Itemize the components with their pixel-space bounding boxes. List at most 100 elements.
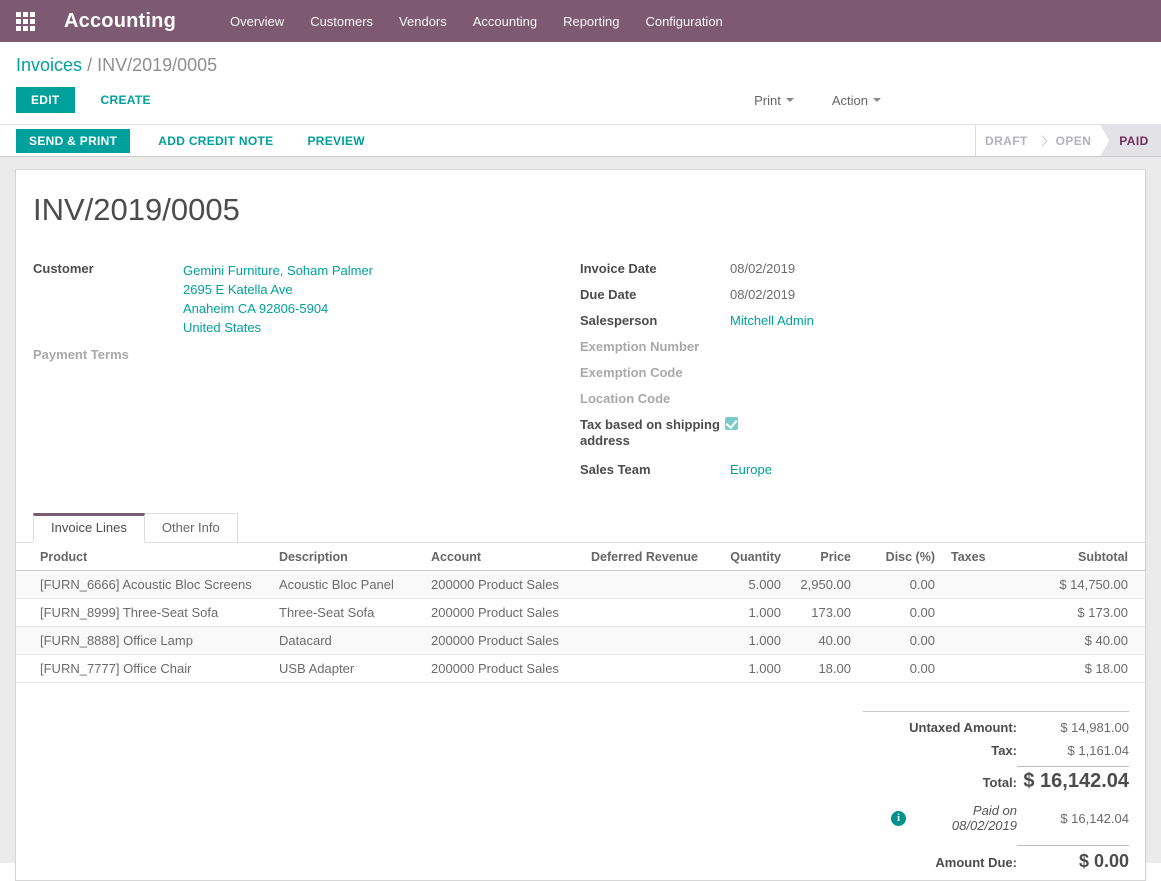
cell-price: 40.00 [789, 627, 859, 655]
cell-account: 200000 Product Sales [423, 655, 583, 683]
cell-subtotal: $ 18.00 [1005, 655, 1145, 683]
cell-taxes [943, 599, 1005, 627]
apps-menu-icon[interactable] [16, 12, 35, 31]
preview-button[interactable]: PREVIEW [301, 133, 370, 149]
control-panel: Invoices / INV/2019/0005 EDIT CREATE Pri… [0, 42, 1161, 124]
status-pipeline: DRAFT OPEN PAID [975, 125, 1161, 156]
col-account: Account [423, 543, 583, 571]
chevron-down-icon [873, 98, 881, 102]
customer-name-link[interactable]: Gemini Furniture, Soham Palmer [183, 261, 373, 280]
status-open[interactable]: OPEN [1047, 125, 1101, 156]
top-nav: Accounting Overview Customers Vendors Ac… [0, 0, 1161, 42]
cell-disc: 0.00 [859, 655, 943, 683]
cell-deferred [583, 571, 701, 599]
edit-button[interactable]: EDIT [16, 87, 75, 113]
customer-street-link[interactable]: 2695 E Katella Ave [183, 280, 373, 299]
cell-account: 200000 Product Sales [423, 627, 583, 655]
status-paid[interactable]: PAID [1100, 125, 1161, 156]
create-button[interactable]: CREATE [95, 92, 157, 108]
untaxed-amount-value: $ 14,981.00 [1017, 720, 1129, 735]
invoice-line-row[interactable]: [FURN_6666] Acoustic Bloc Screens Acoust… [16, 571, 1145, 599]
col-disc: Disc (%) [859, 543, 943, 571]
breadcrumb-invoices-link[interactable]: Invoices [16, 55, 82, 75]
due-date-value: 08/02/2019 [730, 286, 795, 303]
nav-item-accounting[interactable]: Accounting [473, 14, 537, 29]
invoice-sheet: INV/2019/0005 Customer Gemini Furniture,… [15, 169, 1146, 881]
invoice-number-title: INV/2019/0005 [33, 192, 1129, 228]
cell-product: [FURN_6666] Acoustic Bloc Screens [16, 571, 271, 599]
cell-price: 2,950.00 [789, 571, 859, 599]
salesperson-value-link[interactable]: Mitchell Admin [730, 312, 814, 329]
invoice-line-row[interactable]: [FURN_8999] Three-Seat Sofa Three-Seat S… [16, 599, 1145, 627]
cell-account: 200000 Product Sales [423, 571, 583, 599]
cell-deferred [583, 627, 701, 655]
tax-shipping-address-checkbox[interactable] [725, 417, 738, 430]
customer-country-link[interactable]: United States [183, 318, 373, 337]
total-label: Total: [863, 775, 1017, 790]
salesperson-label: Salesperson [580, 312, 730, 329]
tax-value: $ 1,161.04 [1017, 743, 1129, 758]
col-subtotal: Subtotal [1005, 543, 1145, 571]
nav-item-vendors[interactable]: Vendors [399, 14, 447, 29]
breadcrumb: Invoices / INV/2019/0005 [16, 54, 1145, 76]
notebook-tabs: Invoice Lines Other Info [16, 513, 1145, 543]
print-dropdown[interactable]: Print [748, 92, 800, 109]
col-description: Description [271, 543, 423, 571]
tab-invoice-lines[interactable]: Invoice Lines [33, 513, 145, 543]
customer-label: Customer [33, 260, 183, 337]
invoice-date-label: Invoice Date [580, 260, 730, 277]
cell-taxes [943, 571, 1005, 599]
action-dropdown-label: Action [832, 93, 868, 108]
invoice-line-row[interactable]: [FURN_8888] Office Lamp Datacard 200000 … [16, 627, 1145, 655]
app-title[interactable]: Accounting [64, 10, 176, 33]
cell-subtotal: $ 40.00 [1005, 627, 1145, 655]
exemption-number-label: Exemption Number [580, 338, 730, 355]
customer-city-link[interactable]: Anaheim CA 92806-5904 [183, 299, 373, 318]
customer-address: Gemini Furniture, Soham Palmer 2695 E Ka… [183, 260, 373, 337]
amount-due-value: $ 0.00 [1017, 845, 1129, 872]
status-draft[interactable]: DRAFT [976, 125, 1037, 156]
cell-description: Acoustic Bloc Panel [271, 571, 423, 599]
col-quantity: Quantity [701, 543, 789, 571]
cell-product: [FURN_8999] Three-Seat Sofa [16, 599, 271, 627]
due-date-label: Due Date [580, 286, 730, 303]
invoice-date-value: 08/02/2019 [730, 260, 795, 277]
col-deferred-revenue: Deferred Revenue [583, 543, 701, 571]
exemption-code-label: Exemption Code [580, 364, 730, 381]
cell-disc: 0.00 [859, 571, 943, 599]
nav-item-reporting[interactable]: Reporting [563, 14, 619, 29]
cell-deferred [583, 655, 701, 683]
location-code-label: Location Code [580, 390, 730, 407]
cell-description: Datacard [271, 627, 423, 655]
amount-due-label: Amount Due: [863, 855, 1017, 870]
chevron-right-icon [1036, 135, 1047, 146]
cell-taxes [943, 655, 1005, 683]
action-dropdown[interactable]: Action [826, 92, 887, 109]
payment-terms-label: Payment Terms [33, 346, 183, 363]
col-taxes: Taxes [943, 543, 1005, 571]
sales-team-value-link[interactable]: Europe [730, 461, 772, 478]
cell-description: USB Adapter [271, 655, 423, 683]
paid-on-label: Paid on 08/02/2019 [906, 803, 1017, 833]
tab-other-info[interactable]: Other Info [145, 513, 238, 543]
nav-item-overview[interactable]: Overview [230, 14, 284, 29]
nav-item-configuration[interactable]: Configuration [645, 14, 722, 29]
payment-info-icon[interactable]: i [891, 811, 906, 826]
col-price: Price [789, 543, 859, 571]
nav-item-customers[interactable]: Customers [310, 14, 373, 29]
breadcrumb-separator: / [87, 55, 92, 75]
cell-account: 200000 Product Sales [423, 599, 583, 627]
add-credit-note-button[interactable]: ADD CREDIT NOTE [152, 133, 279, 149]
cell-quantity: 1.000 [701, 627, 789, 655]
cell-subtotal: $ 173.00 [1005, 599, 1145, 627]
send-print-button[interactable]: SEND & PRINT [16, 129, 130, 153]
cell-deferred [583, 599, 701, 627]
sales-team-label: Sales Team [580, 461, 730, 478]
tax-shipping-address-label: Tax based on shipping address [580, 416, 725, 449]
breadcrumb-current: INV/2019/0005 [97, 55, 217, 75]
invoice-lines-table: Product Description Account Deferred Rev… [16, 543, 1145, 683]
cell-price: 173.00 [789, 599, 859, 627]
invoice-line-row[interactable]: [FURN_7777] Office Chair USB Adapter 200… [16, 655, 1145, 683]
print-dropdown-label: Print [754, 93, 781, 108]
cell-quantity: 5.000 [701, 571, 789, 599]
